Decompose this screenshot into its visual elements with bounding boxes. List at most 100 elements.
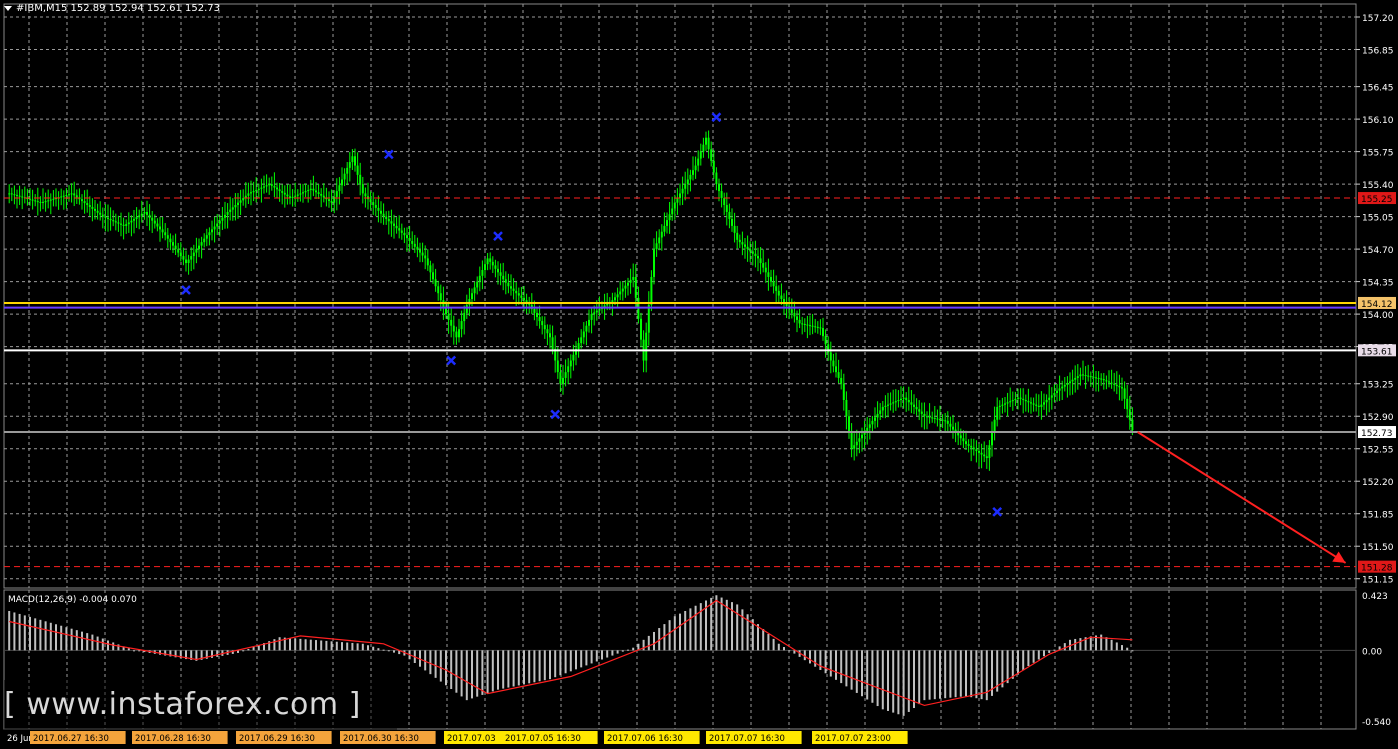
candle-body (835, 366, 837, 373)
candle-body (411, 240, 414, 244)
macd-histogram-bar (590, 650, 593, 664)
candle-body (304, 191, 307, 193)
macd-histogram-bar (304, 639, 307, 651)
candle-body (16, 194, 18, 196)
macd-histogram-bar (959, 650, 962, 697)
candle-body (239, 200, 242, 203)
candle-body (101, 214, 104, 217)
candle-body (949, 423, 952, 427)
candle-body (1006, 402, 1009, 404)
candle-body (369, 199, 372, 203)
candle-body (933, 417, 936, 419)
candle-body (387, 218, 390, 222)
candle-body (330, 200, 333, 203)
macd-histogram-bar (549, 650, 551, 680)
candle-body (341, 179, 343, 186)
date-label: 2017.07.07 16:30 (709, 734, 785, 744)
candle-body (273, 185, 276, 188)
candle-body (546, 329, 549, 334)
candle-body (343, 173, 346, 180)
candle-body (1121, 387, 1123, 389)
macd-histogram-bar (1074, 638, 1077, 651)
candle-body (302, 192, 304, 194)
candle-body (195, 249, 198, 253)
macd-histogram-bar (892, 650, 895, 713)
macd-histogram-bar (907, 650, 910, 712)
dropdown-triangle-icon[interactable] (4, 5, 12, 11)
candle-body (351, 156, 354, 163)
candle-body (988, 445, 991, 459)
candle-body (684, 184, 687, 189)
candle-body (65, 194, 68, 196)
candle-body (627, 282, 629, 286)
candle-body (192, 252, 195, 257)
price-tick-label: 156.45 (1362, 84, 1394, 94)
candle-body (520, 295, 523, 298)
macd-histogram-bar (44, 621, 47, 651)
candle-body (135, 217, 138, 219)
price-tick-label: 151.15 (1362, 576, 1394, 586)
macd-histogram-bar (320, 640, 323, 651)
candle-body (68, 194, 70, 196)
macd-histogram-bar (335, 641, 338, 651)
candle-body (1066, 383, 1069, 385)
candle-body (52, 198, 55, 200)
candle-body (689, 174, 692, 180)
candle-body (842, 383, 845, 400)
macd-histogram-bar (86, 633, 89, 651)
macd-histogram-bar (34, 618, 37, 651)
macd-histogram-bar (850, 650, 853, 690)
macd-histogram-bar (783, 647, 785, 651)
candle-body (315, 190, 317, 193)
candle-body (380, 210, 382, 214)
macd-histogram-bar (8, 610, 11, 651)
candle-body (798, 319, 801, 324)
macd-histogram-bar (377, 648, 380, 651)
candle-body (910, 402, 913, 405)
candle-body (434, 279, 437, 287)
macd-histogram-bar (887, 650, 889, 711)
macd-histogram-bar (632, 647, 635, 651)
candle-body (187, 259, 190, 264)
macd-histogram-bar (315, 640, 317, 651)
candle-body (920, 411, 923, 414)
macd-tick-label: -0.540 (1362, 718, 1391, 728)
forecast-arrowhead-icon (1332, 551, 1346, 563)
main-panel-frame (3, 3, 1357, 589)
candle-body (660, 231, 663, 238)
macd-histogram-bar (445, 650, 447, 686)
candle-body (1092, 376, 1095, 378)
macd-histogram-bar (55, 624, 57, 651)
macd-histogram-bar (439, 650, 442, 682)
candle-body (39, 201, 42, 203)
candle-body (764, 267, 767, 273)
macd-histogram-bar (855, 650, 858, 693)
date-label: 2017.07.05 16:30 (505, 734, 581, 744)
candle-body (588, 319, 590, 326)
candle-body (359, 174, 362, 185)
candle-body (426, 258, 429, 266)
candle-body (429, 265, 432, 273)
candle-body (837, 372, 840, 378)
candle-body (710, 149, 713, 161)
candle-body (294, 195, 297, 197)
candle-body (338, 185, 341, 192)
candle-body (257, 188, 260, 190)
date-label: 2017.07.03 (447, 734, 496, 744)
candle-body (915, 406, 918, 410)
candle-body (382, 213, 385, 217)
candle-body (541, 321, 544, 326)
candle-body (1040, 404, 1043, 407)
candle-body (536, 312, 538, 318)
candle-body (533, 308, 536, 313)
macd-histogram-bar (1079, 638, 1082, 651)
candle-body (593, 312, 596, 315)
macd-histogram-bar (835, 650, 837, 680)
candle-body (858, 438, 861, 442)
candle-body (876, 413, 879, 418)
macd-histogram-bar (60, 625, 63, 651)
macd-histogram-bar (902, 650, 905, 716)
candle-body (556, 360, 559, 373)
price-level-label: 154.12 (1361, 300, 1393, 310)
macd-histogram-bar (980, 650, 983, 700)
